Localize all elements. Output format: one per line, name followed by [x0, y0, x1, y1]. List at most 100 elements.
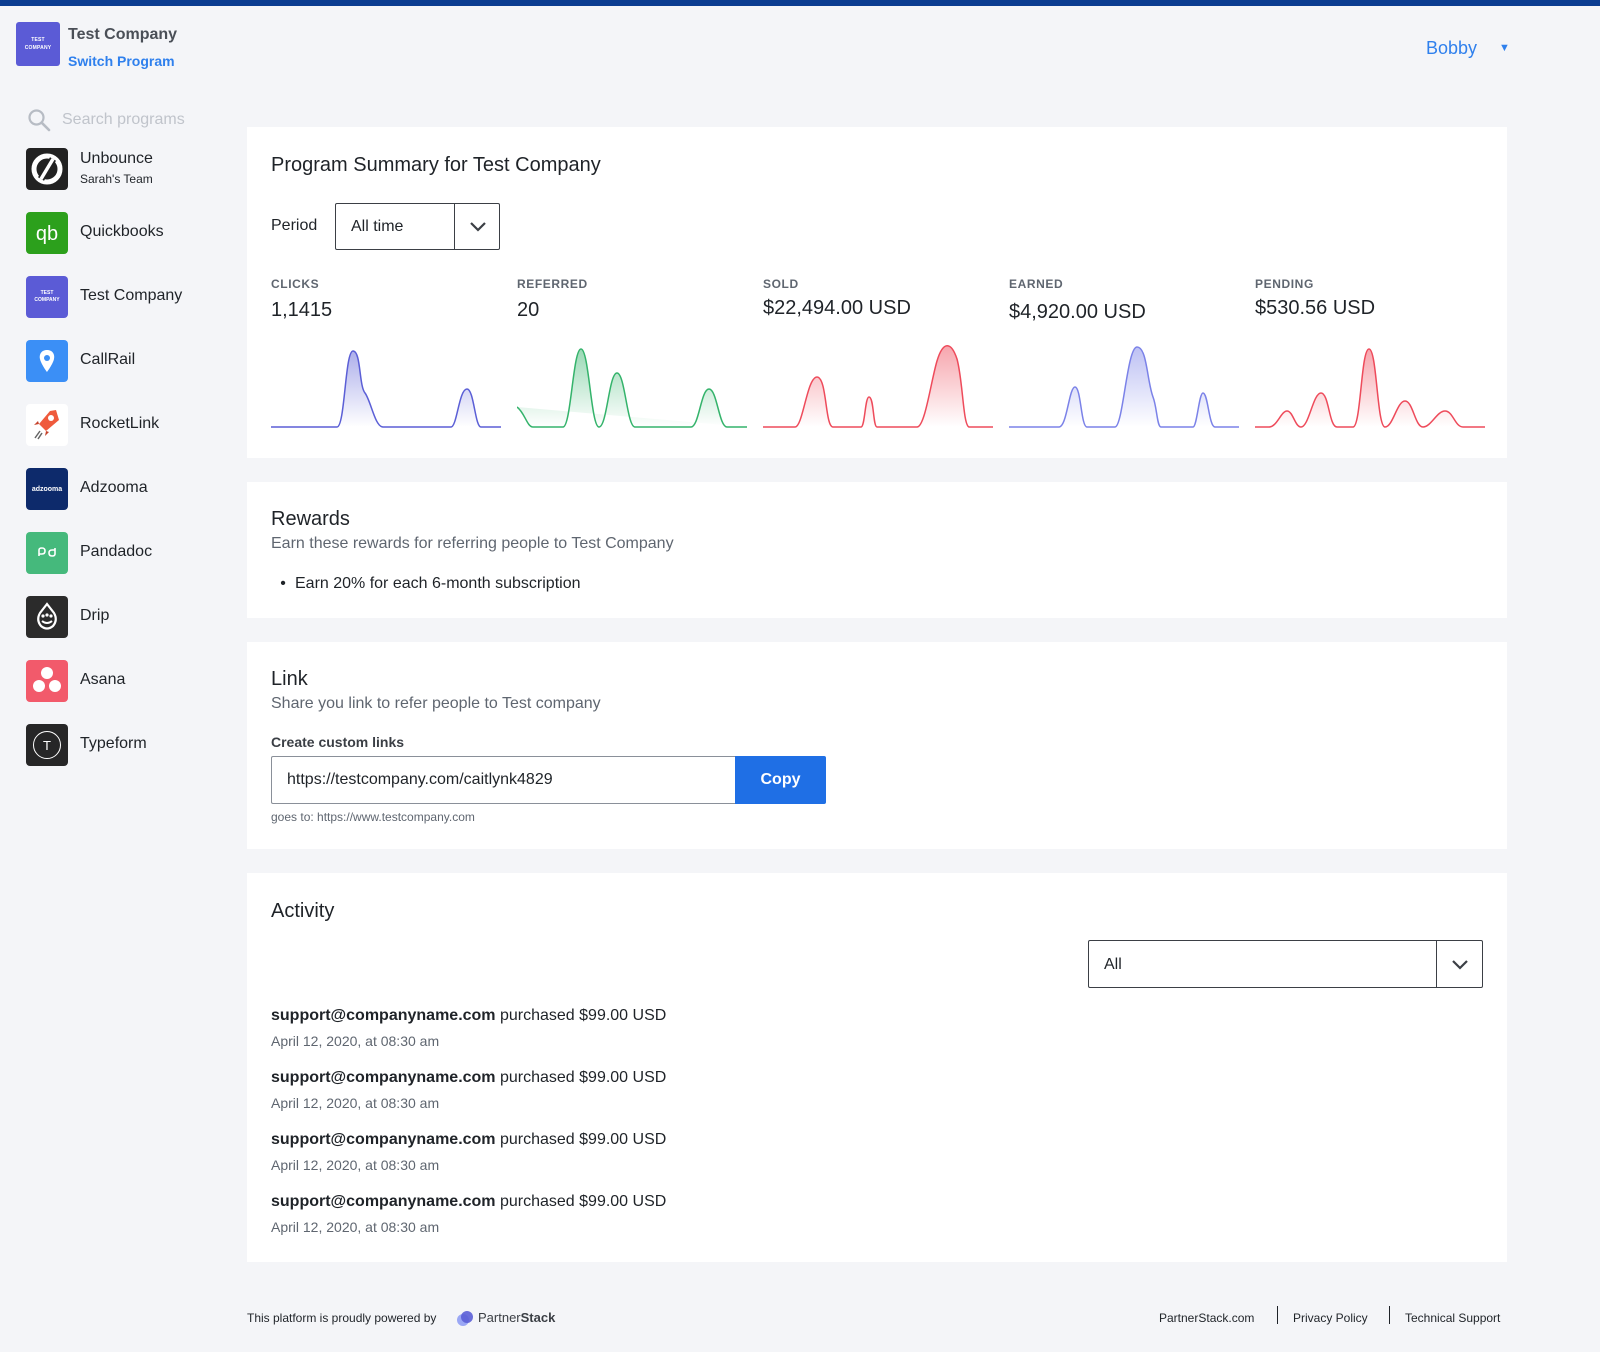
metric-clicks: CLICKS 1,1415: [271, 277, 501, 437]
pandadoc-icon: [26, 532, 68, 574]
metric-value: $22,494.00 USD: [763, 297, 911, 319]
switch-program-link[interactable]: Switch Program: [68, 53, 175, 69]
sidebar-item-label: Typeform: [80, 735, 147, 752]
activity-email: support@companyname.com: [271, 1069, 496, 1086]
copy-button[interactable]: Copy: [735, 756, 826, 804]
activity-text: support@companyname.com purchased $99.00…: [271, 1131, 666, 1149]
period-select-value: All time: [351, 218, 404, 235]
company-name: Test Company: [68, 26, 178, 43]
sparkline-referred: [517, 348, 747, 428]
activity-filter-value: All: [1104, 956, 1122, 973]
period-select[interactable]: All time: [335, 203, 500, 250]
link-subtitle: Share you link to refer people to Test c…: [271, 695, 601, 712]
sparkline-pending: [1255, 348, 1485, 428]
user-menu[interactable]: Bobby: [1426, 38, 1477, 59]
period-select-divider: [454, 204, 455, 249]
partnerstack-brand[interactable]: PartnerStack: [478, 1310, 555, 1325]
sidebar-item-label: Adzooma: [80, 479, 148, 496]
activity-date: April 12, 2020, at 08:30 am: [271, 1033, 440, 1049]
activity-filter-select[interactable]: All: [1088, 940, 1483, 988]
activity-email: support@companyname.com: [271, 1131, 496, 1148]
sidebar-item-label: CallRail: [80, 351, 136, 368]
quickbooks-icon: qb: [26, 212, 68, 254]
metric-label: SOLD: [763, 277, 799, 291]
search-icon: [28, 109, 51, 132]
metric-pending: PENDING $530.56 USD: [1255, 277, 1485, 437]
metric-label: EARNED: [1009, 277, 1064, 291]
activity-text: support@companyname.com purchased $99.00…: [271, 1069, 666, 1087]
sidebar-item-adzooma[interactable]: adzooma Adzooma: [24, 466, 234, 512]
footer-link-support[interactable]: Technical Support: [1405, 1311, 1500, 1325]
activity-filter-divider: [1436, 941, 1437, 987]
sparkline-earned: [1009, 346, 1239, 428]
metric-value: $530.56 USD: [1255, 297, 1376, 319]
typeform-icon: T: [26, 724, 68, 766]
bullet-icon: •: [280, 575, 286, 592]
search-programs-input[interactable]: [62, 108, 232, 132]
asana-icon: [26, 660, 68, 702]
metric-label: PENDING: [1255, 277, 1314, 291]
metric-label: CLICKS: [271, 277, 320, 291]
sidebar-item-label: Unbounce: [80, 150, 153, 167]
program-summary-title: Program Summary for Test Company: [271, 154, 601, 176]
footer-divider: [1277, 1306, 1278, 1324]
metric-referred: REFERRED 20: [517, 277, 747, 437]
custom-links-label: Create custom links: [271, 734, 405, 750]
sidebar-item-label: Test Company: [80, 287, 183, 304]
footer-link-privacy[interactable]: Privacy Policy: [1293, 1311, 1368, 1325]
activity-action: purchased $99.00 USD: [495, 1193, 667, 1210]
activity-list-item: support@companyname.com purchased $99.00…: [271, 1131, 971, 1181]
sidebar-item-pandadoc[interactable]: Pandadoc: [24, 530, 234, 576]
activity-list-item: support@companyname.com purchased $99.00…: [271, 1007, 971, 1057]
test-company-icon: TEST COMPANY: [26, 276, 68, 318]
referral-link-input[interactable]: [271, 756, 735, 804]
activity-text: support@companyname.com purchased $99.00…: [271, 1193, 666, 1211]
sidebar-item-asana[interactable]: Asana: [24, 658, 234, 704]
sidebar-item-label: Pandadoc: [80, 543, 153, 560]
footer-link-partnerstack[interactable]: PartnerStack.com: [1159, 1311, 1254, 1325]
sidebar-item-label: Asana: [80, 671, 126, 688]
link-card: Link Share you link to refer people to T…: [247, 642, 1507, 849]
company-logo: TEST COMPANY: [16, 22, 60, 66]
user-menu-caret-icon[interactable]: ▼: [1499, 42, 1510, 54]
sidebar-item-drip[interactable]: Drip: [24, 594, 234, 640]
top-accent-bar: [0, 0, 1600, 6]
activity-card: Activity All support@companyname.com pur…: [247, 873, 1507, 1262]
svg-text:qb: qb: [36, 223, 58, 245]
sidebar-item-unbounce[interactable]: Unbounce Sarah's Team: [24, 146, 234, 192]
rewards-subtitle: Earn these rewards for referring people …: [271, 535, 674, 552]
activity-email: support@companyname.com: [271, 1193, 496, 1210]
activity-action: purchased $99.00 USD: [495, 1069, 667, 1086]
activity-date: April 12, 2020, at 08:30 am: [271, 1157, 440, 1173]
link-title: Link: [271, 668, 308, 690]
sidebar-item-typeform[interactable]: T Typeform: [24, 722, 234, 768]
callrail-icon: [26, 340, 68, 382]
typeform-logo-text: T: [33, 731, 61, 759]
company-logo-text: TEST COMPANY: [24, 37, 52, 51]
activity-action: purchased $99.00 USD: [495, 1007, 667, 1024]
drip-icon: [26, 596, 68, 638]
activity-list-item: support@companyname.com purchased $99.00…: [271, 1069, 971, 1119]
reward-text: Earn 20% for each 6-month subscription: [295, 575, 581, 592]
sidebar-item-callrail[interactable]: CallRail: [24, 338, 234, 384]
sidebar-item-subtitle: Sarah's Team: [80, 172, 153, 186]
chevron-down-icon: [1452, 960, 1468, 970]
activity-date: April 12, 2020, at 08:30 am: [271, 1095, 440, 1111]
sidebar-item-rocketlink[interactable]: RocketLink: [24, 402, 234, 448]
sidebar-item-label: RocketLink: [80, 415, 160, 432]
sidebar-item-test-company[interactable]: TEST COMPANY Test Company: [24, 274, 234, 320]
sidebar-item-label: Drip: [80, 607, 110, 624]
brand-bold-text: Stack: [520, 1310, 556, 1325]
reward-list-item: • Earn 20% for each 6-month subscription: [271, 575, 580, 593]
sparkline-clicks: [271, 350, 501, 428]
adzooma-icon: adzooma: [26, 468, 68, 510]
footer-divider: [1389, 1306, 1390, 1324]
sidebar-item-quickbooks[interactable]: qb Quickbooks: [24, 210, 234, 256]
powered-by-text: This platform is proudly powered by: [247, 1311, 437, 1325]
activity-title: Activity: [271, 900, 335, 922]
unbounce-icon: [26, 148, 68, 190]
activity-date: April 12, 2020, at 08:30 am: [271, 1219, 440, 1235]
adzooma-logo-text: adzooma: [31, 485, 63, 493]
period-label: Period: [271, 217, 318, 234]
metric-value: 1,1415: [271, 299, 333, 321]
